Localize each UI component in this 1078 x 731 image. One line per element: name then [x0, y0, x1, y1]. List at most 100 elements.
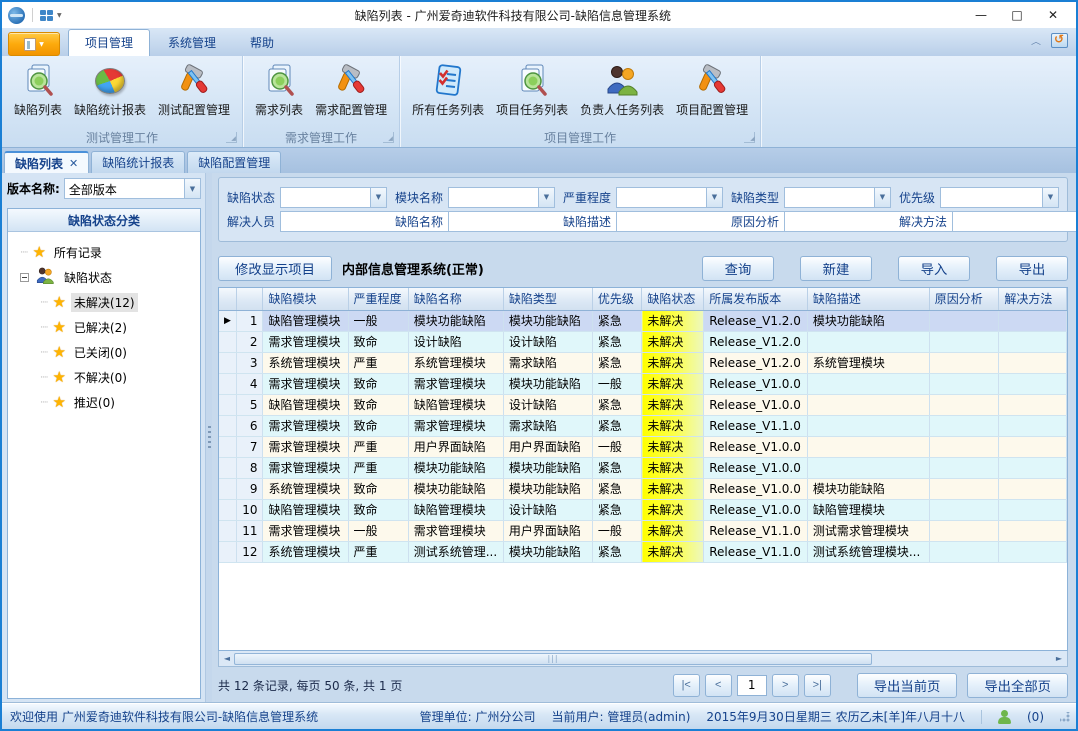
pager-last-button[interactable]: >| — [804, 674, 831, 697]
ribbon-button[interactable]: 测试配置管理 — [152, 60, 236, 120]
filter-combo-value — [941, 188, 1042, 207]
table-row[interactable]: 3系统管理模块严重系统管理模块需求缺陷紧急未解决Release_V1.2.0系统… — [219, 352, 1067, 373]
pager-prev-button[interactable]: < — [705, 674, 732, 697]
column-header-description[interactable]: 缺陷描述 — [807, 288, 929, 310]
modify-display-items-button[interactable]: 修改显示项目 — [218, 256, 332, 281]
doc-tab-3[interactable]: 缺陷配置管理 — [187, 151, 281, 173]
ribbon-tab-1[interactable]: 项目管理 — [68, 29, 150, 56]
ribbon-button[interactable]: 需求列表 — [249, 60, 309, 120]
action-button-导入[interactable]: 导入 — [898, 256, 970, 281]
doc-tab-1[interactable]: 缺陷列表✕ — [4, 151, 89, 173]
table-row[interactable]: 10缺陷管理模块致命缺陷管理模块设计缺陷紧急未解决Release_V1.0.0缺… — [219, 499, 1067, 520]
doc-search-icon — [20, 62, 56, 100]
scrollbar-thumb[interactable]: ||| — [234, 653, 872, 665]
column-header-analysis[interactable]: 原因分析 — [929, 288, 999, 310]
tree-item[interactable]: 缺陷状态 — [14, 265, 198, 290]
maximize-button[interactable]: □ — [1000, 4, 1034, 26]
help-icon[interactable] — [1051, 33, 1068, 48]
ribbon-tab-2[interactable]: 系统管理 — [152, 30, 232, 56]
export-button-导出全部页[interactable]: 导出全部页 — [967, 673, 1068, 698]
export-button-导出当前页[interactable]: 导出当前页 — [857, 673, 958, 698]
close-tab-icon[interactable]: ✕ — [69, 157, 78, 170]
tree-item[interactable]: ····★已解决(2) — [14, 315, 198, 340]
table-row[interactable]: 5缺陷管理模块致命缺陷管理模块设计缺陷紧急未解决Release_V1.0.0 — [219, 394, 1067, 415]
column-header-name[interactable]: 缺陷名称 — [408, 288, 503, 310]
table-row[interactable]: 8需求管理模块严重模块功能缺陷模块功能缺陷紧急未解决Release_V1.0.0 — [219, 457, 1067, 478]
chevron-down-icon[interactable]: ▼ — [1042, 188, 1058, 207]
application-menu-button[interactable]: ▼ — [8, 32, 60, 56]
horizontal-scrollbar[interactable]: ◄ ||| ► — [218, 651, 1068, 667]
column-header-priority[interactable]: 优先级 — [592, 288, 641, 310]
ribbon-body: 缺陷列表缺陷统计报表测试配置管理测试管理工作需求列表需求配置管理需求管理工作所有… — [2, 56, 1076, 148]
filter-combo[interactable]: ▼ — [784, 187, 891, 208]
version-select[interactable]: 全部版本 ▼ — [64, 178, 201, 199]
pager-next-button[interactable]: > — [772, 674, 799, 697]
tree-item[interactable]: ····★未解决(12) — [14, 290, 198, 315]
resize-grip-icon[interactable] — [1060, 712, 1070, 722]
column-header-release[interactable]: 所属发布版本 — [704, 288, 808, 310]
chevron-down-icon[interactable]: ▼ — [706, 188, 722, 207]
column-header-solution[interactable]: 解决方法 — [999, 288, 1067, 310]
cell-status: 未解决 — [642, 499, 704, 520]
chevron-down-icon[interactable]: ▼ — [370, 188, 386, 207]
ribbon-tab-3[interactable]: 帮助 — [234, 30, 290, 56]
filter-combo[interactable]: ▼ — [616, 187, 723, 208]
table-row[interactable]: 2需求管理模块致命设计缺陷设计缺陷紧急未解决Release_V1.2.0 — [219, 331, 1067, 352]
column-header-num[interactable] — [236, 288, 263, 310]
ribbon-button[interactable]: 缺陷统计报表 — [68, 60, 152, 120]
cell-module: 需求管理模块 — [263, 373, 348, 394]
scroll-right-icon[interactable]: ► — [1052, 654, 1066, 663]
column-header-severity[interactable]: 严重程度 — [348, 288, 408, 310]
users-icon — [34, 266, 56, 289]
tree-item[interactable]: ····★不解决(0) — [14, 365, 198, 390]
cell-num: 7 — [236, 436, 263, 457]
star-icon: ★ — [52, 320, 65, 335]
ribbon-button[interactable]: 需求配置管理 — [309, 60, 393, 120]
pager-first-button[interactable]: |< — [673, 674, 700, 697]
tree-item[interactable]: ····★已关闭(0) — [14, 340, 198, 365]
ribbon-button[interactable]: 所有任务列表 — [406, 60, 490, 120]
action-button-导出[interactable]: 导出 — [996, 256, 1068, 281]
quick-access-toolbar-icon[interactable] — [40, 10, 53, 21]
chevron-down-icon[interactable]: ▼ — [874, 188, 890, 207]
scrollbar-track[interactable]: ||| — [234, 653, 1052, 665]
table-row[interactable]: 7需求管理模块严重用户界面缺陷用户界面缺陷一般未解决Release_V1.0.0 — [219, 436, 1067, 457]
chevron-down-icon[interactable]: ▼ — [184, 179, 200, 198]
doc-search-icon — [514, 62, 550, 100]
dialog-launcher-icon[interactable] — [383, 132, 394, 143]
column-header-module[interactable]: 缺陷模块 — [263, 288, 348, 310]
ribbon-button[interactable]: 负责人任务列表 — [574, 60, 670, 120]
ribbon-button[interactable]: 缺陷列表 — [8, 60, 68, 120]
tree-item[interactable]: ····★所有记录 — [14, 240, 198, 265]
dialog-launcher-icon[interactable] — [226, 132, 237, 143]
column-header-status[interactable]: 缺陷状态 — [642, 288, 704, 310]
filter-combo[interactable]: ▼ — [940, 187, 1059, 208]
collapse-ribbon-icon[interactable]: ︿ — [1031, 35, 1041, 47]
filter-combo[interactable]: ▼ — [448, 187, 555, 208]
filter-combo[interactable]: ▼ — [280, 187, 387, 208]
column-header-indicator[interactable] — [219, 288, 236, 310]
chevron-down-icon[interactable]: ▼ — [538, 188, 554, 207]
ribbon-button[interactable]: 项目任务列表 — [490, 60, 574, 120]
minimize-button[interactable]: — — [964, 4, 998, 26]
dialog-launcher-icon[interactable] — [744, 132, 755, 143]
ribbon-button[interactable]: 项目配置管理 — [670, 60, 754, 120]
cell-name: 需求管理模块 — [408, 373, 503, 394]
filter-input[interactable] — [952, 211, 1078, 232]
action-button-新建[interactable]: 新建 — [800, 256, 872, 281]
column-header-type[interactable]: 缺陷类型 — [503, 288, 592, 310]
scroll-left-icon[interactable]: ◄ — [220, 654, 234, 663]
tree-item[interactable]: ····★推迟(0) — [14, 390, 198, 415]
pager-page-input[interactable]: 1 — [737, 675, 767, 696]
table-row[interactable]: 4需求管理模块致命需求管理模块模块功能缺陷一般未解决Release_V1.0.0 — [219, 373, 1067, 394]
table-row[interactable]: ▶1缺陷管理模块一般模块功能缺陷模块功能缺陷紧急未解决Release_V1.2.… — [219, 310, 1067, 331]
table-row[interactable]: 9系统管理模块致命模块功能缺陷模块功能缺陷紧急未解决Release_V1.0.0… — [219, 478, 1067, 499]
table-row[interactable]: 6需求管理模块致命需求管理模块需求缺陷紧急未解决Release_V1.1.0 — [219, 415, 1067, 436]
action-button-查询[interactable]: 查询 — [702, 256, 774, 281]
close-button[interactable]: ✕ — [1036, 4, 1070, 26]
table-row[interactable]: 12系统管理模块严重测试系统管理...模块功能缺陷紧急未解决Release_V1… — [219, 541, 1067, 562]
collapse-expander-icon[interactable] — [20, 273, 29, 282]
table-row[interactable]: 11需求管理模块一般需求管理模块用户界面缺陷一般未解决Release_V1.1.… — [219, 520, 1067, 541]
doc-tab-2[interactable]: 缺陷统计报表 — [91, 151, 185, 173]
doc-tab-label: 缺陷统计报表 — [102, 154, 174, 171]
